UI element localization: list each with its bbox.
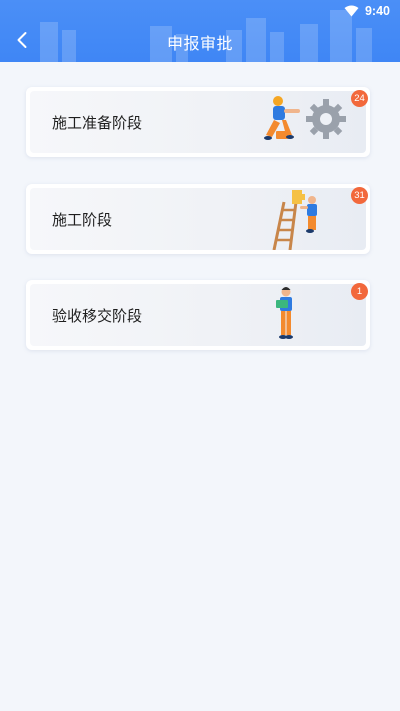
back-button[interactable] bbox=[8, 26, 36, 58]
count-badge: 24 bbox=[351, 90, 368, 107]
page-title: 申报审批 bbox=[166, 36, 233, 53]
card-background: 施工准备阶段 bbox=[30, 91, 366, 153]
chevron-left-icon bbox=[16, 31, 28, 53]
status-time: 9:40 bbox=[364, 4, 390, 18]
worker-reading-icon bbox=[276, 287, 293, 339]
wifi-icon bbox=[344, 5, 359, 17]
count-badge: 1 bbox=[351, 283, 368, 300]
stage-card-acceptance[interactable]: 验收移交阶段 1 bbox=[26, 280, 370, 350]
card-background: 验收移交阶段 bbox=[30, 284, 366, 346]
worker-gear-icon bbox=[264, 96, 346, 140]
stage-card-preparation[interactable]: 施工准备阶段 24 bbox=[26, 87, 370, 157]
card-background: 施工阶段 bbox=[30, 188, 366, 250]
status-bar: 9:40 bbox=[0, 0, 400, 22]
stage-label: 施工准备阶段 bbox=[52, 114, 143, 132]
nav-bar: 申报审批 bbox=[0, 22, 400, 62]
stage-label: 施工阶段 bbox=[52, 211, 113, 229]
stage-label: 验收移交阶段 bbox=[52, 307, 143, 325]
count-badge: 31 bbox=[351, 187, 368, 204]
worker-ladder-icon bbox=[272, 190, 317, 250]
stage-card-construction[interactable]: 施工阶段 31 bbox=[26, 184, 370, 254]
app-header: 9:40 申报审批 bbox=[0, 0, 400, 62]
